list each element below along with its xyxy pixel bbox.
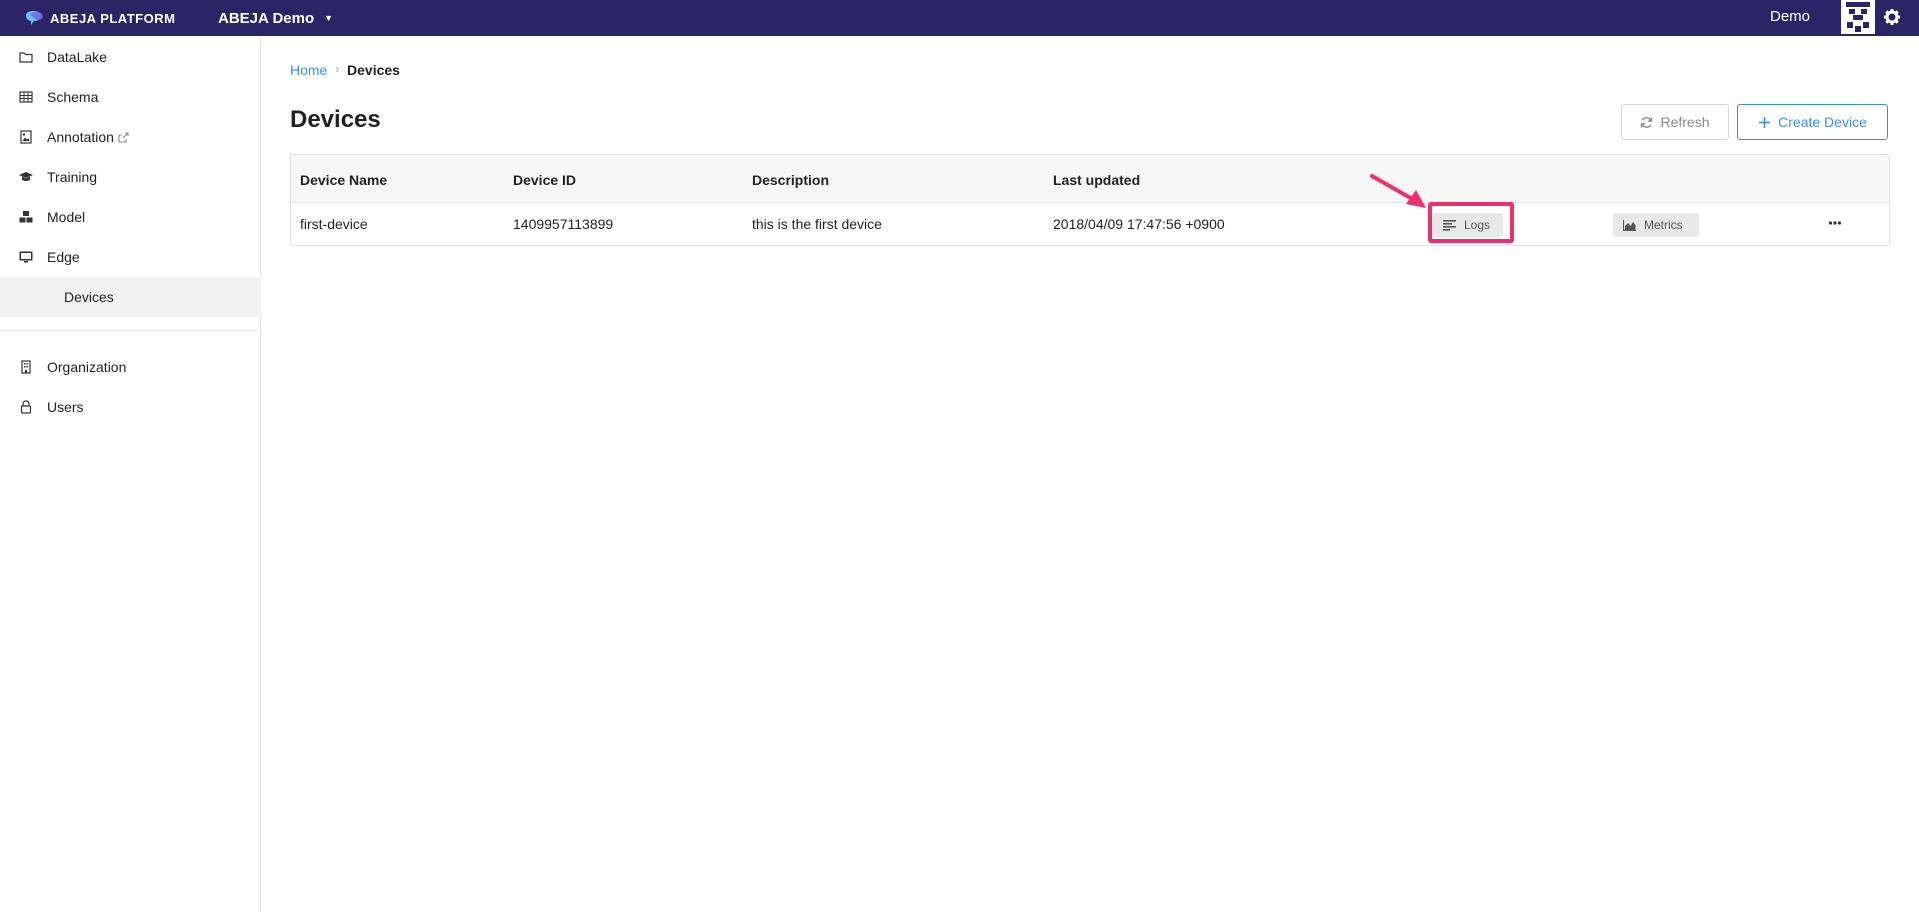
device-name-cell: first-device [300, 216, 368, 232]
refresh-icon [1641, 116, 1653, 128]
avatar[interactable] [1841, 0, 1875, 34]
column-header: Device ID [513, 172, 577, 188]
column-header: Device Name [300, 172, 388, 188]
organization-name: ABEJA Demo [218, 9, 315, 27]
sidebar-item-devices[interactable]: Devices [0, 277, 261, 317]
breadcrumb-current: Devices [347, 62, 400, 78]
sidebar-item-model[interactable]: Model [0, 197, 261, 237]
refresh-button[interactable]: Refresh [1621, 104, 1729, 140]
device-id-cell: 1409957113899 [513, 216, 614, 232]
sidebar-item-organization[interactable]: Organization [0, 347, 261, 387]
sidebar: DataLake Schema Annotation Training Mode… [0, 36, 261, 912]
logo-bubble-icon [26, 11, 43, 25]
external-link-icon [118, 132, 129, 143]
sidebar-item-label: DataLake [47, 49, 107, 65]
sidebar-item-users[interactable]: Users [0, 387, 261, 427]
breadcrumb: Home › Devices [290, 62, 400, 78]
image-icon [20, 130, 32, 144]
monitor-icon [19, 251, 33, 263]
gear-icon[interactable] [1882, 7, 1902, 27]
devices-table: Device Name Device ID Description Last u… [290, 154, 1890, 246]
sidebar-item-label: Model [47, 209, 86, 225]
table-header: Device Name Device ID Description Last u… [291, 155, 1889, 203]
breadcrumb-separator: › [335, 64, 340, 76]
sidebar-item-datalake[interactable]: DataLake [0, 37, 261, 77]
logs-button-label: Logs [1464, 218, 1491, 232]
create-device-button-label: Create Device [1778, 114, 1867, 130]
page-title: Devices [290, 106, 381, 133]
column-header: Last updated [1053, 172, 1141, 188]
column-header: Description [752, 172, 830, 188]
description-cell: this is the first device [752, 216, 882, 232]
create-device-button[interactable]: Create Device [1737, 104, 1888, 140]
sidebar-item-training[interactable]: Training [0, 157, 261, 197]
metrics-button[interactable]: Metrics [1613, 213, 1699, 237]
last-updated-cell: 2018/04/09 17:47:56 +0900 [1053, 216, 1225, 232]
sidebar-item-label: Schema [47, 89, 99, 105]
sidebar-item-label: Training [47, 169, 98, 185]
organization-switcher[interactable]: ABEJA Demo ▼ [218, 8, 333, 28]
sidebar-divider [0, 330, 261, 331]
platform-logo[interactable]: ABEJA PLATFORM [24, 8, 175, 28]
metrics-button-label: Metrics [1644, 218, 1683, 232]
sidebar-item-label: Organization [47, 359, 127, 375]
table-row[interactable]: first-device 1409957113899 this is the f… [291, 203, 1889, 245]
logo-text: ABEJA PLATFORM [50, 10, 176, 26]
sidebar-item-schema[interactable]: Schema [0, 77, 261, 117]
refresh-button-label: Refresh [1660, 114, 1710, 130]
sidebar-item-label: Users [47, 399, 84, 415]
caret-down-icon: ▼ [324, 13, 334, 23]
area-chart-icon [1623, 219, 1636, 231]
table-icon [19, 91, 33, 103]
breadcrumb-home-link[interactable]: Home [290, 62, 327, 78]
graduation-cap-icon [19, 172, 33, 181]
sidebar-item-label: Devices [64, 289, 114, 305]
user-name[interactable]: Demo [1770, 8, 1810, 25]
plus-icon [1759, 116, 1771, 128]
cubes-icon [19, 211, 33, 223]
folder-icon [19, 52, 33, 63]
building-icon [21, 360, 31, 374]
sidebar-item-annotation[interactable]: Annotation [0, 117, 261, 157]
sidebar-item-label: Annotation [47, 129, 129, 145]
list-lines-icon [1443, 219, 1456, 231]
lock-icon [20, 400, 32, 414]
more-options-icon[interactable] [1827, 215, 1843, 231]
sidebar-item-label: Edge [47, 249, 80, 265]
logs-button[interactable]: Logs [1433, 213, 1503, 237]
sidebar-item-edge[interactable]: Edge [0, 237, 261, 277]
top-navbar: ABEJA PLATFORM ABEJA Demo ▼ Demo [0, 0, 1919, 36]
